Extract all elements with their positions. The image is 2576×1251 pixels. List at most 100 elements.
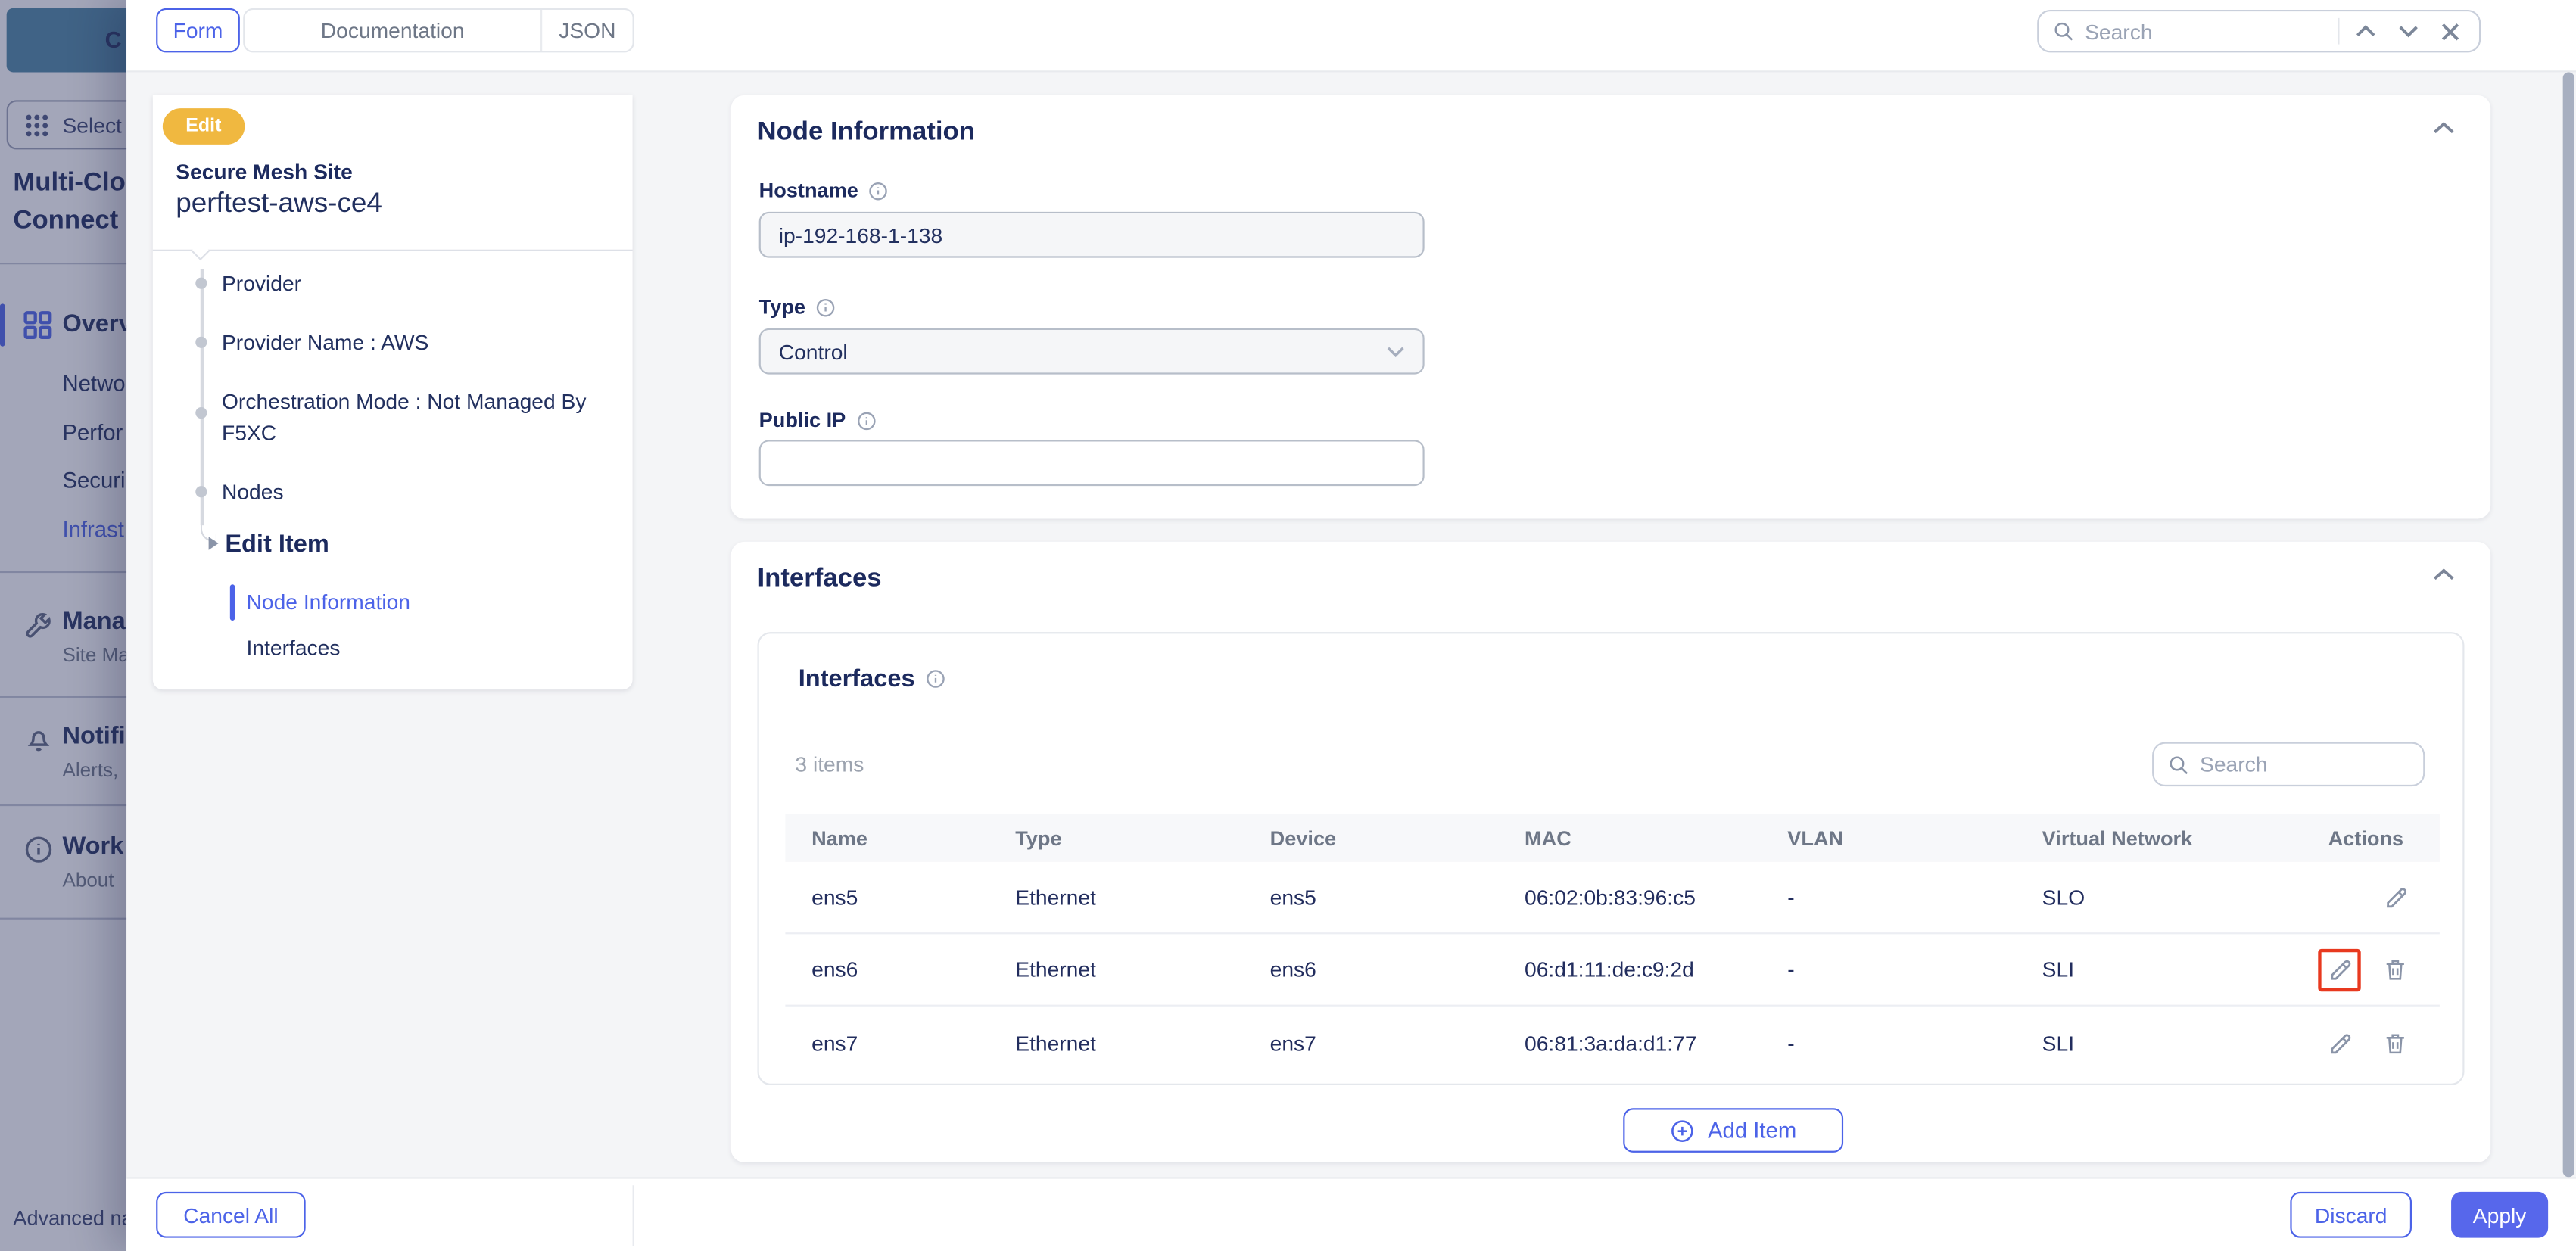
pencil-icon (2381, 883, 2409, 911)
divider (153, 250, 633, 251)
cell-type: Ethernet (1015, 1030, 1269, 1055)
page-search (2037, 10, 2481, 52)
tab-json[interactable]: JSON (542, 10, 632, 51)
trash-icon (2382, 1028, 2409, 1057)
pencil-icon (2325, 1028, 2353, 1057)
add-item-button[interactable]: Add Item (1623, 1108, 1843, 1153)
interfaces-list-title: Interfaces (799, 665, 946, 693)
timeline-dot (195, 278, 207, 289)
object-name: perftest-aws-ce4 (176, 187, 382, 219)
cell-device: ens5 (1270, 885, 1525, 910)
edit-row-button[interactable] (2318, 1021, 2360, 1063)
search-close-button[interactable] (2434, 22, 2465, 40)
plus-circle-icon (1670, 1117, 1696, 1144)
page-search-input[interactable] (2085, 19, 2328, 44)
column-header-name: Name (785, 826, 1015, 849)
wizard-step-provider-name[interactable]: Provider Name : AWS (222, 327, 609, 358)
cell-virtual-network: SLO (2042, 885, 2316, 910)
tab-form[interactable]: Form (156, 8, 240, 53)
table-row: ens5 Ethernet ens5 06:02:0b:83:96:c5 - S… (785, 862, 2439, 934)
cell-device: ens7 (1270, 1030, 1525, 1055)
column-header-mac: MAC (1525, 826, 1787, 849)
table-header: Name Type Device MAC VLAN Virtual Networ… (785, 814, 2439, 862)
screen: C Select Multi-Clo Connect Overv (0, 0, 2576, 1251)
table-row: ens7 Ethernet ens7 06:81:3a:da:d1:77 - S… (785, 1007, 2439, 1078)
trash-icon (2382, 956, 2409, 984)
collapse-section-button[interactable] (2433, 568, 2454, 581)
pencil-icon (2325, 956, 2353, 984)
cell-mac: 06:d1:11:de:c9:2d (1525, 957, 1787, 982)
cell-type: Ethernet (1015, 957, 1269, 982)
interfaces-table: Name Type Device MAC VLAN Virtual Networ… (785, 814, 2439, 1078)
cell-mac: 06:02:0b:83:96:c5 (1525, 885, 1787, 910)
scrollbar-thumb[interactable] (2563, 72, 2574, 1177)
interfaces-section: Interfaces Interfaces 3 items (731, 542, 2490, 1162)
tab-documentation[interactable]: Documentation (245, 10, 542, 51)
tab-group: Documentation JSON (243, 8, 634, 53)
section-title: Node Information (758, 118, 975, 148)
modal-topbar: Form Documentation JSON (126, 0, 2576, 72)
wizard-substep-node-information[interactable]: Node Information (247, 590, 410, 615)
search-next-button[interactable] (2392, 25, 2425, 38)
apply-button[interactable]: Apply (2451, 1192, 2548, 1238)
type-select-value: Control (779, 339, 848, 364)
modal-backdrop (0, 0, 126, 1251)
column-header-virtual-network: Virtual Network (2042, 826, 2316, 849)
edit-row-button-highlighted[interactable] (2318, 948, 2360, 991)
object-type-label: Secure Mesh Site (176, 159, 353, 184)
section-title: Interfaces (758, 565, 882, 594)
public-ip-input[interactable] (759, 440, 1425, 486)
edit-modal: Form Documentation JSON (126, 0, 2576, 1251)
timeline-dot (195, 337, 207, 348)
cell-device: ens6 (1270, 957, 1525, 982)
table-search (2152, 742, 2425, 787)
timeline-dot (195, 486, 207, 497)
divider (633, 1185, 634, 1246)
search-prev-button[interactable] (2350, 25, 2382, 38)
edit-mode-badge: Edit (163, 108, 245, 145)
wizard-step-orchestration-mode[interactable]: Orchestration Mode : Not Managed By F5XC (222, 386, 609, 448)
caret-right-icon (209, 537, 219, 549)
edit-row-button[interactable] (2374, 876, 2416, 918)
cancel-all-button[interactable]: Cancel All (156, 1192, 305, 1238)
cell-mac: 06:81:3a:da:d1:77 (1525, 1030, 1787, 1055)
node-information-section: Node Information Hostname Type (731, 95, 2490, 519)
wizard-panel: Edit Secure Mesh Site perftest-aws-ce4 P… (153, 95, 633, 689)
delete-row-button[interactable] (2374, 1021, 2416, 1063)
cell-virtual-network: SLI (2042, 957, 2316, 982)
public-ip-label: Public IP (759, 409, 877, 431)
wizard-substep-interfaces[interactable]: Interfaces (247, 636, 341, 661)
type-label: Type (759, 295, 837, 318)
wizard-step-edit-item[interactable]: Edit Item (225, 531, 329, 559)
modal-content: Edit Secure Mesh Site perftest-aws-ce4 P… (126, 72, 2576, 1177)
cell-name: ens5 (785, 885, 1015, 910)
type-select[interactable]: Control (759, 328, 1425, 375)
wizard-step-provider[interactable]: Provider (222, 268, 609, 299)
chevron-down-icon (1387, 346, 1405, 357)
divider (2338, 18, 2339, 45)
hostname-input[interactable] (759, 212, 1425, 258)
info-icon (815, 297, 836, 318)
info-icon (868, 180, 889, 201)
column-header-actions: Actions (2316, 826, 2440, 849)
timeline-dot (195, 407, 207, 419)
discard-button[interactable]: Discard (2290, 1192, 2412, 1238)
vertical-scrollbar[interactable] (2563, 72, 2574, 1177)
search-icon (2052, 20, 2075, 42)
table-search-input[interactable] (2200, 752, 2410, 777)
add-item-label: Add Item (1708, 1118, 1796, 1143)
wizard-step-nodes[interactable]: Nodes (222, 476, 609, 507)
cell-vlan: - (1787, 1030, 2042, 1055)
cell-virtual-network: SLI (2042, 1030, 2316, 1055)
view-tabs: Form Documentation JSON (156, 8, 634, 53)
collapse-section-button[interactable] (2433, 122, 2454, 135)
table-row: ens6 Ethernet ens6 06:d1:11:de:c9:2d - S… (785, 934, 2439, 1006)
info-icon (855, 409, 877, 431)
info-icon (925, 668, 946, 689)
hostname-label: Hostname (759, 179, 889, 201)
delete-row-button[interactable] (2374, 948, 2416, 991)
active-substep-indicator (230, 584, 235, 621)
cell-vlan: - (1787, 957, 2042, 982)
modal-footer: Cancel All Discard Apply (126, 1177, 2576, 1251)
items-count: 3 items (795, 752, 864, 777)
